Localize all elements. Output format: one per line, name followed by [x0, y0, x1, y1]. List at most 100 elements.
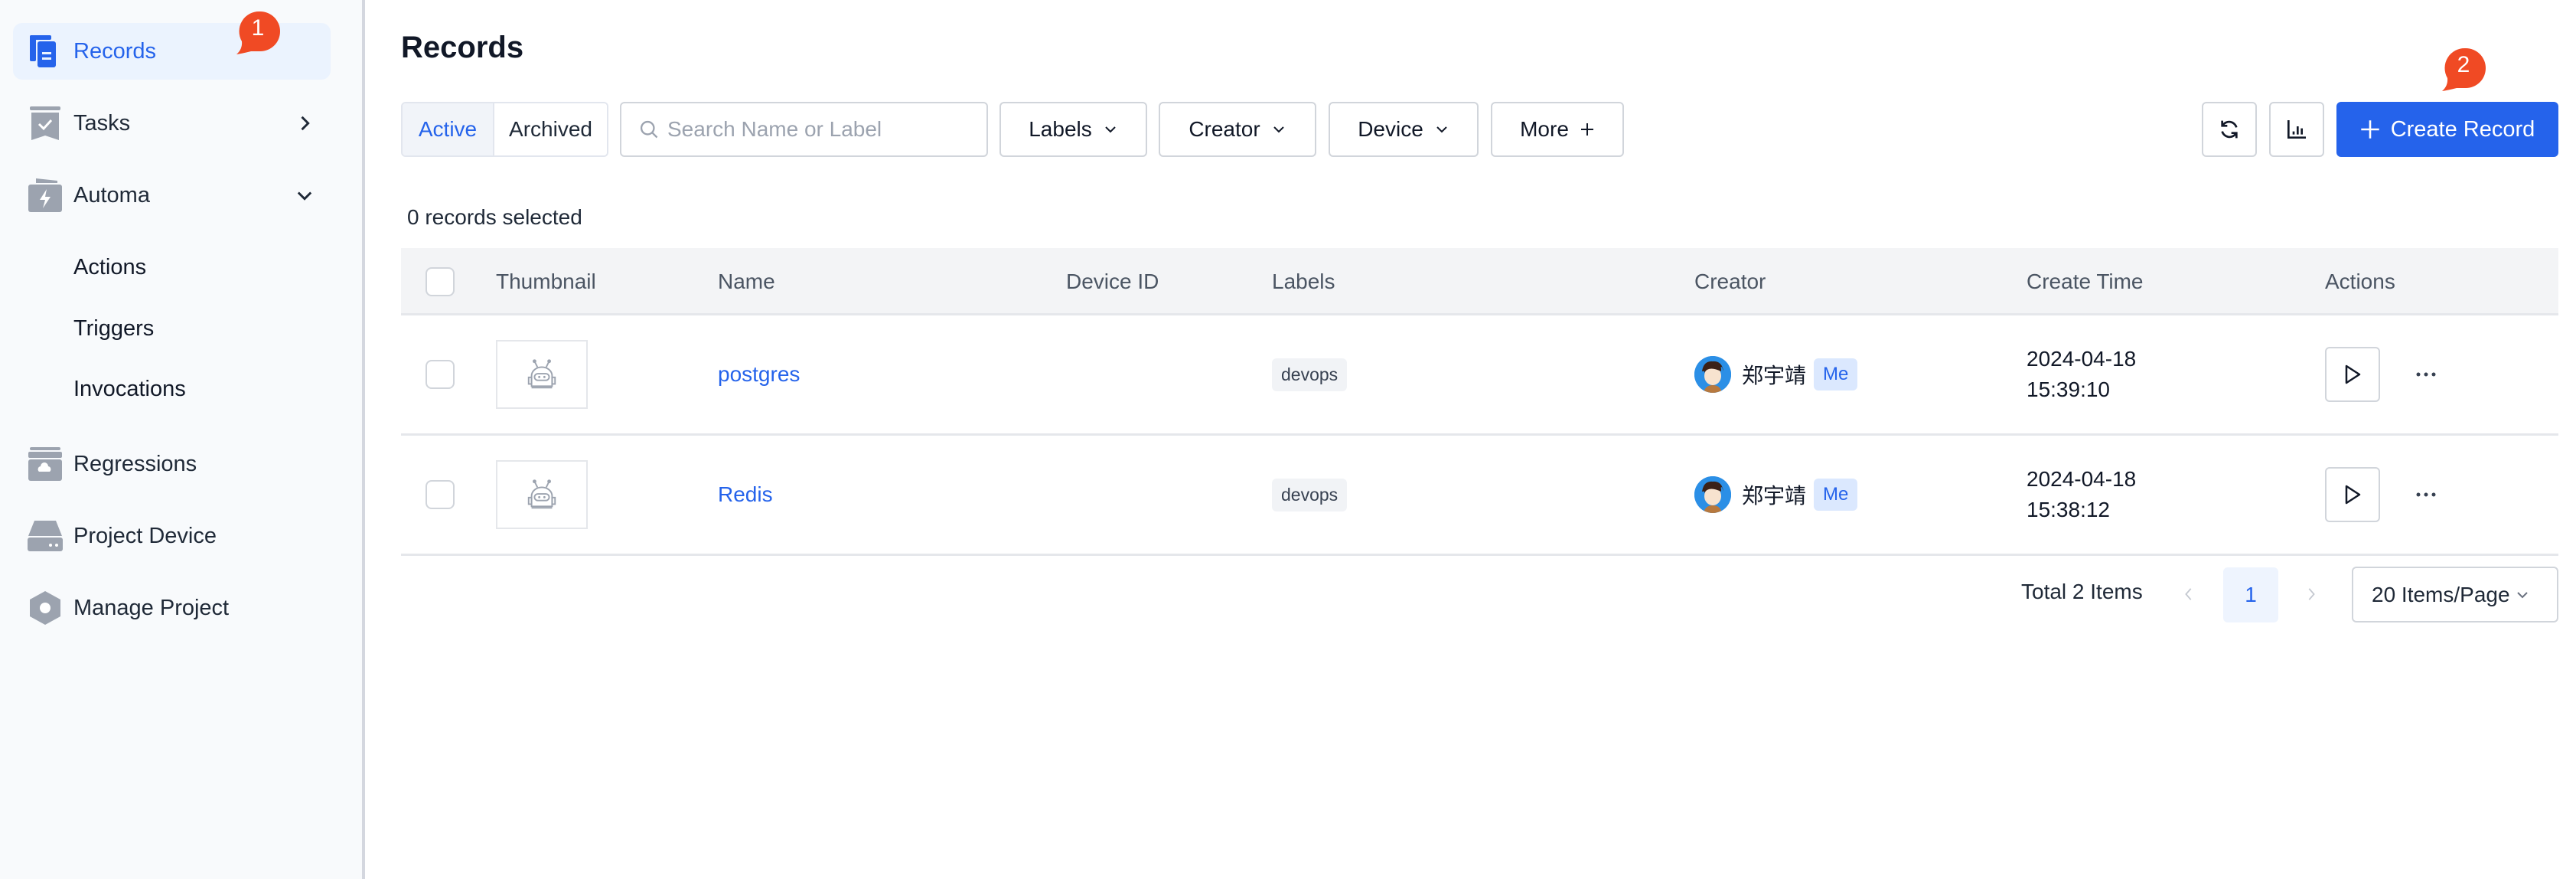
table-row[interactable]: Redis devops 郑宇靖 Me 2024-04-18 15:38:12: [401, 436, 2558, 556]
step-marker-1: 1: [236, 11, 280, 55]
page-title: Records: [401, 31, 524, 64]
play-icon: [2345, 485, 2361, 505]
labels-filter-label: Labels: [1029, 117, 1092, 141]
sidebar-item-label: Project Device: [73, 523, 217, 548]
records-icon: [30, 35, 56, 67]
robot-icon: [527, 479, 556, 509]
create-date: 2024-04-18: [2027, 347, 2137, 371]
page-button-current[interactable]: 1: [2223, 567, 2278, 622]
marker-number: 2: [2457, 52, 2470, 77]
record-name-link[interactable]: Redis: [718, 482, 773, 507]
more-actions-button[interactable]: [2412, 481, 2440, 508]
sidebar-item-label: Automa: [73, 182, 150, 207]
tab-active[interactable]: Active: [403, 103, 494, 155]
chevron-down-icon: [1436, 126, 1447, 133]
create-time: 2024-04-18 15:38:12: [2027, 464, 2136, 525]
run-button[interactable]: [2325, 467, 2380, 522]
label-tag[interactable]: devops: [1272, 358, 1348, 391]
sidebar-item-regressions[interactable]: Regressions: [13, 436, 331, 492]
more-actions-button[interactable]: [2412, 361, 2440, 388]
sidebar-item-label: Manage Project: [73, 595, 230, 620]
tab-archived[interactable]: Archived: [494, 103, 607, 155]
step-marker-2: 2: [2441, 47, 2486, 92]
column-header-create-time[interactable]: Create Time: [2027, 248, 2144, 315]
record-name-link[interactable]: postgres: [718, 362, 800, 387]
previous-page-button[interactable]: [2177, 580, 2200, 608]
play-icon: [2345, 364, 2361, 384]
run-button[interactable]: [2325, 347, 2380, 402]
sidebar-item-label: Records: [73, 38, 156, 64]
page-size-select[interactable]: 20 Items/Page: [2352, 567, 2558, 622]
labels-filter-button[interactable]: Labels: [999, 102, 1147, 157]
automa-icon: [28, 178, 62, 212]
search-icon: [640, 120, 658, 139]
device-filter-label: Device: [1358, 117, 1423, 141]
row-checkbox[interactable]: [426, 360, 455, 389]
create-date: 2024-04-18: [2027, 467, 2137, 491]
creator-name: 郑宇靖: [1742, 483, 1807, 508]
ellipsis-icon: [2416, 372, 2436, 377]
regressions-icon: [28, 447, 62, 481]
chevron-right-icon: [301, 116, 310, 131]
more-filters-button[interactable]: More: [1491, 102, 1624, 157]
table-header: Thumbnail Name Device ID Labels Creator …: [401, 248, 2558, 315]
chevron-down-icon: [1105, 126, 1116, 133]
creator-filter-label: Creator: [1189, 117, 1260, 141]
sidebar: Records Tasks Automa Actions Triggers In…: [0, 0, 365, 879]
label-tag[interactable]: devops: [1272, 478, 1348, 511]
search-input[interactable]: [667, 117, 973, 142]
column-header-labels: Labels: [1272, 270, 1335, 293]
chevron-down-icon: [2516, 591, 2528, 598]
sidebar-subitem-triggers[interactable]: Triggers: [73, 316, 154, 341]
avatar: [1694, 476, 1731, 513]
row-checkbox[interactable]: [426, 480, 455, 509]
creator-filter-button[interactable]: Creator: [1159, 102, 1316, 157]
thumbnail[interactable]: [496, 460, 588, 529]
column-header-creator: Creator: [1694, 270, 1766, 293]
tasks-icon: [30, 106, 60, 140]
create-record-label: Create Record: [2390, 116, 2535, 142]
sidebar-item-tasks[interactable]: Tasks: [13, 95, 331, 152]
sidebar-item-automa[interactable]: Automa: [13, 167, 331, 224]
sidebar-item-label: Tasks: [73, 110, 131, 136]
refresh-button[interactable]: [2202, 102, 2257, 157]
plus-icon: [2361, 120, 2379, 139]
next-page-button[interactable]: [2300, 580, 2323, 608]
avatar: [1694, 356, 1731, 393]
statistics-button[interactable]: [2269, 102, 2324, 157]
chevron-down-icon: [297, 191, 312, 201]
search-field[interactable]: [620, 102, 988, 157]
create-record-button[interactable]: Create Record: [2336, 102, 2558, 157]
chevron-down-icon: [1273, 126, 1284, 133]
column-header-device-id: Device ID: [1066, 270, 1159, 293]
marker-number: 1: [251, 15, 265, 41]
manage-project-icon: [30, 591, 60, 625]
robot-icon: [527, 359, 556, 389]
create-clock: 15:39:10: [2027, 377, 2110, 401]
column-header-name[interactable]: Name: [718, 248, 775, 315]
device-filter-button[interactable]: Device: [1329, 102, 1479, 157]
ellipsis-icon: [2416, 492, 2436, 497]
thumbnail[interactable]: [496, 340, 588, 409]
avatar-image-icon: [1694, 356, 1731, 393]
refresh-icon: [2221, 120, 2238, 139]
sidebar-subitem-invocations[interactable]: Invocations: [73, 377, 186, 402]
sidebar-item-label: Regressions: [73, 451, 197, 476]
plus-icon: [1580, 123, 1593, 136]
project-device-icon: [28, 521, 63, 551]
create-clock: 15:38:12: [2027, 498, 2110, 521]
sidebar-item-records[interactable]: Records: [13, 23, 331, 80]
create-time: 2024-04-18 15:39:10: [2027, 344, 2136, 405]
sidebar-item-project-device[interactable]: Project Device: [13, 508, 331, 564]
me-badge: Me: [1814, 358, 1858, 390]
sidebar-subitem-actions[interactable]: Actions: [73, 255, 146, 280]
column-header-thumbnail: Thumbnail: [496, 270, 596, 293]
select-all-checkbox[interactable]: [426, 267, 455, 296]
table-row[interactable]: postgres devops 郑宇靖 Me 2024-04-18 15:39:…: [401, 315, 2558, 436]
chevron-left-icon: [2185, 588, 2192, 600]
me-badge: Me: [1814, 479, 1858, 511]
records-table: Thumbnail Name Device ID Labels Creator …: [401, 248, 2558, 556]
sidebar-item-manage-project[interactable]: Manage Project: [13, 580, 331, 636]
selected-count: 0 records selected: [407, 205, 582, 229]
bar-chart-icon: [2287, 120, 2306, 139]
